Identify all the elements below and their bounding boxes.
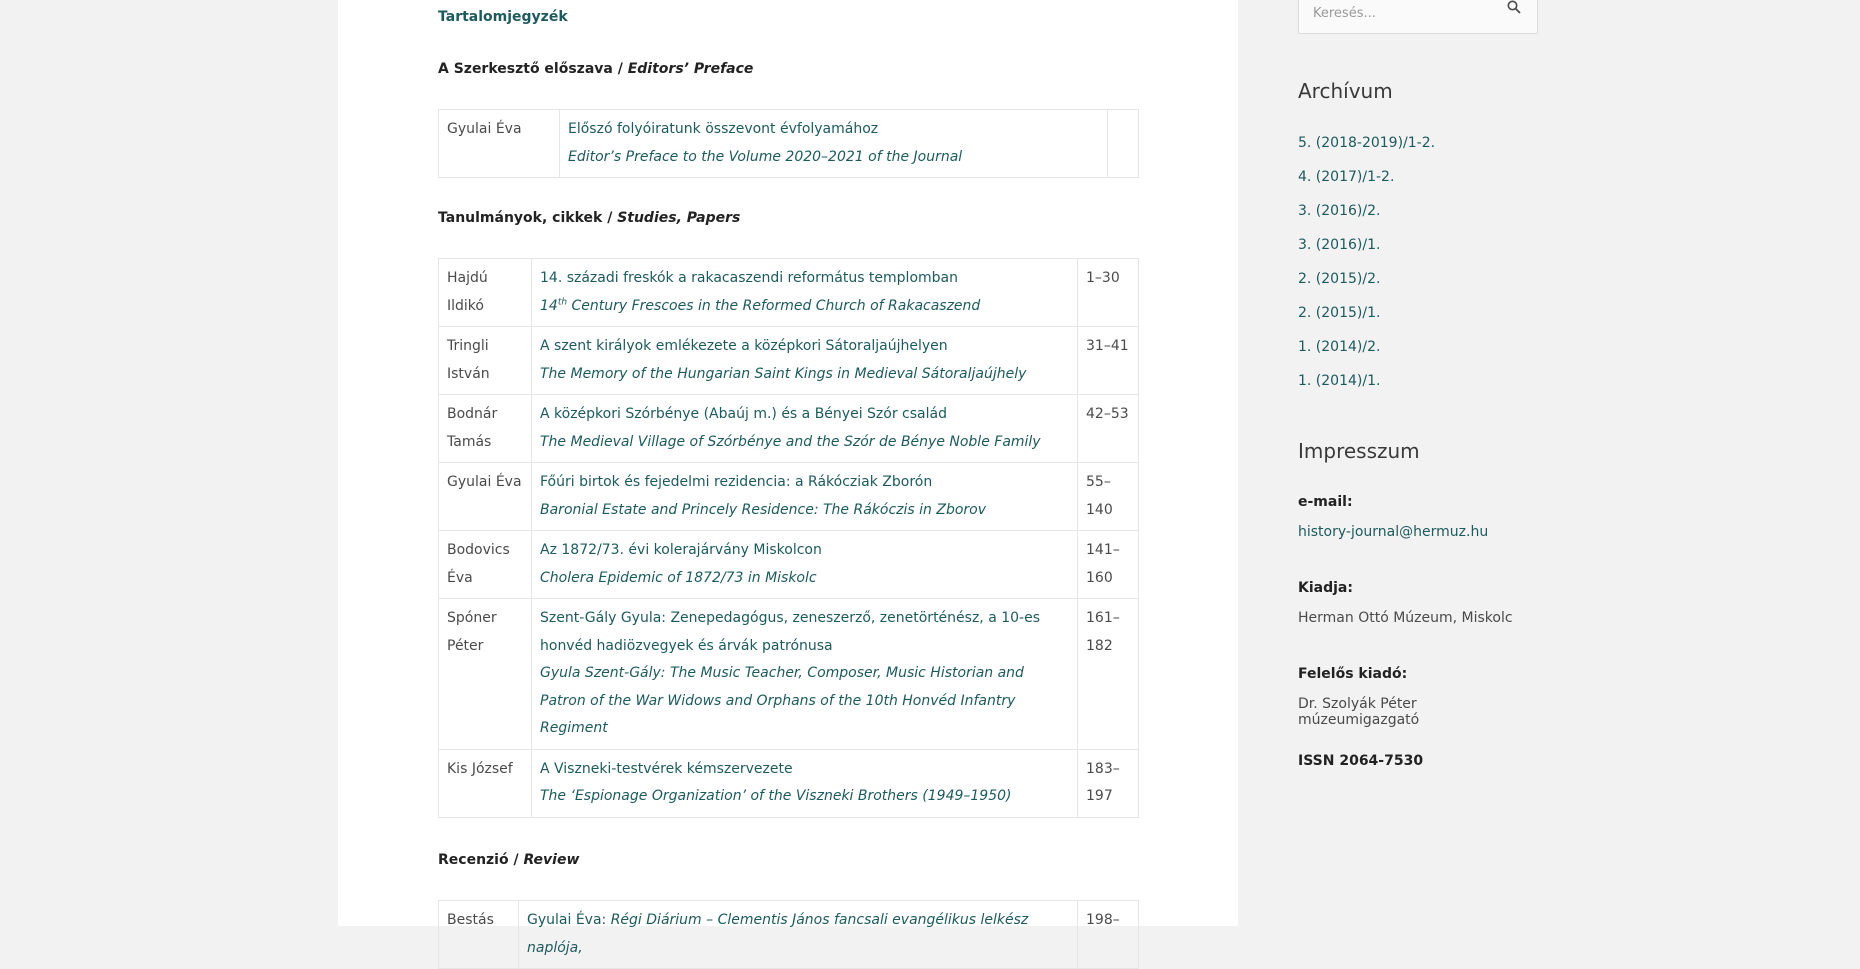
archive-link[interactable]: 5. (2018-2019)/1-2. [1298, 135, 1435, 151]
title-cell: Gyulai Éva: Régi Diárium – Clementis Ján… [518, 900, 1078, 969]
table-row: Kis József A Viszneki-testvérek kémszerv… [438, 748, 1139, 818]
toc-title: Tartalomjegyzék [438, 9, 568, 25]
title-en-link[interactable]: 14th Century Frescoes in the Reformed Ch… [540, 293, 1069, 321]
table-row: Bodnár Tamás A középkori Szórbénye (Abaú… [438, 394, 1139, 463]
title-en-link[interactable]: Editor’s Preface to the Volume 2020–2021… [568, 144, 1099, 172]
title-en-link[interactable]: The Memory of the Hungarian Saint Kings … [540, 361, 1069, 389]
title-cell: Szent-Gály Gyula: Zenepedagógus, zenesze… [531, 598, 1078, 750]
table-row: Spóner Péter Szent-Gály Gyula: Zenepedag… [438, 598, 1139, 750]
review-table: Bestás Gyulai Éva: Régi Diárium – Clemen… [438, 900, 1139, 969]
title-link[interactable]: Gyulai Éva: Régi Diárium – Clementis Ján… [527, 907, 1069, 962]
title-en-superscript: th [557, 296, 568, 307]
title-hu-link[interactable]: A középkori Szórbénye (Abaúj m.) és a Bé… [540, 401, 1069, 429]
title-hu-link[interactable]: 14. századi freskók a rakacaszendi refor… [540, 265, 1069, 293]
table-row: Bestás Gyulai Éva: Régi Diárium – Clemen… [438, 900, 1139, 969]
title-cell: 14. századi freskók a rakacaszendi refor… [531, 258, 1078, 327]
title-cell: Főúri birtok és fejedelmi rezidencia: a … [531, 462, 1078, 531]
archive-link[interactable]: 4. (2017)/1-2. [1298, 169, 1394, 185]
preface-heading: A Szerkesztő előszava / Editors’ Preface [438, 61, 753, 77]
author-cell: Bodnár Tamás [438, 394, 532, 463]
title-cell: A Viszneki-testvérek kémszervezete The ‘… [531, 748, 1078, 818]
title-hu-link[interactable]: A szent királyok emlékezete a középkori … [540, 333, 1069, 361]
archive-link[interactable]: 2. (2015)/1. [1298, 305, 1380, 321]
review-heading-hu: Recenzió / [438, 852, 519, 868]
table-row: Gyulai Éva Előszó folyóiratunk összevont… [438, 109, 1139, 178]
title-hu-link[interactable]: Az 1872/73. évi kolerajárvány Miskolcon [540, 537, 1069, 565]
title-en-link[interactable]: The ‘Espionage Organization’ of the Visz… [540, 783, 1069, 811]
list-item: 1. (2014)/2. [1298, 336, 1435, 370]
title-hu-link[interactable]: A Viszneki-testvérek kémszervezete [540, 756, 1069, 784]
list-item: 1. (2014)/1. [1298, 370, 1435, 404]
archive-link[interactable]: 2. (2015)/2. [1298, 271, 1380, 287]
list-item: 2. (2015)/1. [1298, 302, 1435, 336]
pages-cell: 55–140 [1077, 462, 1139, 531]
table-row: Tringli István A szent királyok emlékeze… [438, 326, 1139, 395]
review-heading-en: Review [523, 852, 580, 868]
search-form [1298, 0, 1538, 34]
author-cell: Bodovics Éva [438, 530, 532, 599]
pages-cell [1107, 109, 1139, 178]
title-hu-link[interactable]: Főúri birtok és fejedelmi rezidencia: a … [540, 469, 1069, 497]
archive-link[interactable]: 1. (2014)/2. [1298, 339, 1380, 355]
pages-cell: 161–182 [1077, 598, 1139, 750]
list-item: 4. (2017)/1-2. [1298, 166, 1435, 200]
search-icon[interactable] [1507, 0, 1523, 15]
archive-list: 5. (2018-2019)/1-2. 4. (2017)/1-2. 3. (2… [1298, 132, 1435, 404]
list-item: 5. (2018-2019)/1-2. [1298, 132, 1435, 166]
pages-cell: 1–30 [1077, 258, 1139, 327]
pages-cell: 141–160 [1077, 530, 1139, 599]
author-cell: Gyulai Éva [438, 462, 532, 531]
title-cell: Előszó folyóiratunk összevont évfolyamáh… [559, 109, 1108, 178]
publisher-value: Herman Ottó Múzeum, Miskolc [1298, 610, 1513, 626]
author-cell: Spóner Péter [438, 598, 532, 750]
list-item: 3. (2016)/1. [1298, 234, 1435, 268]
title-cell: A szent királyok emlékezete a középkori … [531, 326, 1078, 395]
list-item: 3. (2016)/2. [1298, 200, 1435, 234]
preface-heading-hu: A Szerkesztő előszava / [438, 61, 623, 77]
responsible-value: Dr. Szolyák Péter múzeumigazgató [1298, 696, 1420, 728]
list-item: 2. (2015)/2. [1298, 268, 1435, 302]
impressum-title: Impresszum [1298, 439, 1420, 463]
title-en-link[interactable]: Gyula Szent-Gály: The Music Teacher, Com… [540, 660, 1069, 743]
email-label: e-mail: [1298, 494, 1353, 510]
author-cell: Hajdú Ildikó [438, 258, 532, 327]
title-en-link[interactable]: Cholera Epidemic of 1872/73 in Miskolc [540, 565, 1069, 593]
studies-table: Hajdú Ildikó 14. századi freskók a rakac… [438, 258, 1139, 818]
author-cell: Tringli István [438, 326, 532, 395]
pages-cell: 42–53 [1077, 394, 1139, 463]
author-cell: Bestás [438, 900, 519, 969]
author-cell: Kis József [438, 748, 532, 818]
publisher-label: Kiadja: [1298, 580, 1353, 596]
title-en-text: Century Frescoes in the Reformed Church … [567, 297, 981, 314]
studies-heading-hu: Tanulmányok, cikkek / [438, 210, 613, 226]
title-en-link[interactable]: The Medieval Village of Szórbénye and th… [540, 429, 1069, 457]
table-row: Gyulai Éva Főúri birtok és fejedelmi rez… [438, 462, 1139, 531]
archive-link[interactable]: 3. (2016)/2. [1298, 203, 1380, 219]
preface-heading-en: Editors’ Preface [627, 61, 754, 77]
archive-link[interactable]: 3. (2016)/1. [1298, 237, 1380, 253]
issn: ISSN 2064-7530 [1298, 753, 1424, 769]
search-input[interactable] [1299, 0, 1503, 31]
title-hu-link[interactable]: Szent-Gály Gyula: Zenepedagógus, zenesze… [540, 605, 1069, 660]
author-cell: Gyulai Éva [438, 109, 560, 178]
table-row: Bodovics Éva Az 1872/73. évi kolerajárvá… [438, 530, 1139, 599]
pages-cell: 183–197 [1077, 748, 1139, 818]
main-content-area: Tartalomjegyzék A Szerkesztő előszava / … [338, 0, 1238, 969]
pages-cell: 198– [1077, 900, 1139, 969]
studies-heading-en: Studies, Papers [617, 210, 741, 226]
title-en-link[interactable]: Baronial Estate and Princely Residence: … [540, 497, 1069, 525]
title-cell: Az 1872/73. évi kolerajárvány Miskolcon … [531, 530, 1078, 599]
title-en-number: 14 [540, 297, 558, 314]
pages-cell: 31–41 [1077, 326, 1139, 395]
table-row: Hajdú Ildikó 14. századi freskók a rakac… [438, 258, 1139, 327]
preface-table: Gyulai Éva Előszó folyóiratunk összevont… [438, 109, 1139, 178]
review-heading: Recenzió / Review [438, 852, 579, 868]
archive-title: Archívum [1298, 79, 1393, 103]
email-link[interactable]: history-journal@hermuz.hu [1298, 524, 1488, 540]
title-hu-link[interactable]: Előszó folyóiratunk összevont évfolyamáh… [568, 116, 1099, 144]
studies-heading: Tanulmányok, cikkek / Studies, Papers [438, 210, 740, 226]
responsible-label: Felelős kiadó: [1298, 666, 1408, 682]
title-cell: A középkori Szórbénye (Abaúj m.) és a Bé… [531, 394, 1078, 463]
archive-link[interactable]: 1. (2014)/1. [1298, 373, 1380, 389]
